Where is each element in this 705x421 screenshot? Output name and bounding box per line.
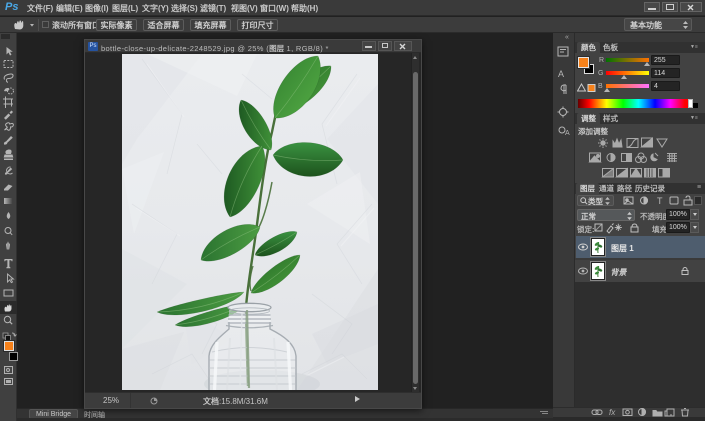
svg-text:A: A	[565, 130, 570, 137]
svg-text:A: A	[558, 69, 564, 79]
svg-text:fx: fx	[609, 408, 616, 417]
svg-text:T: T	[657, 196, 663, 206]
